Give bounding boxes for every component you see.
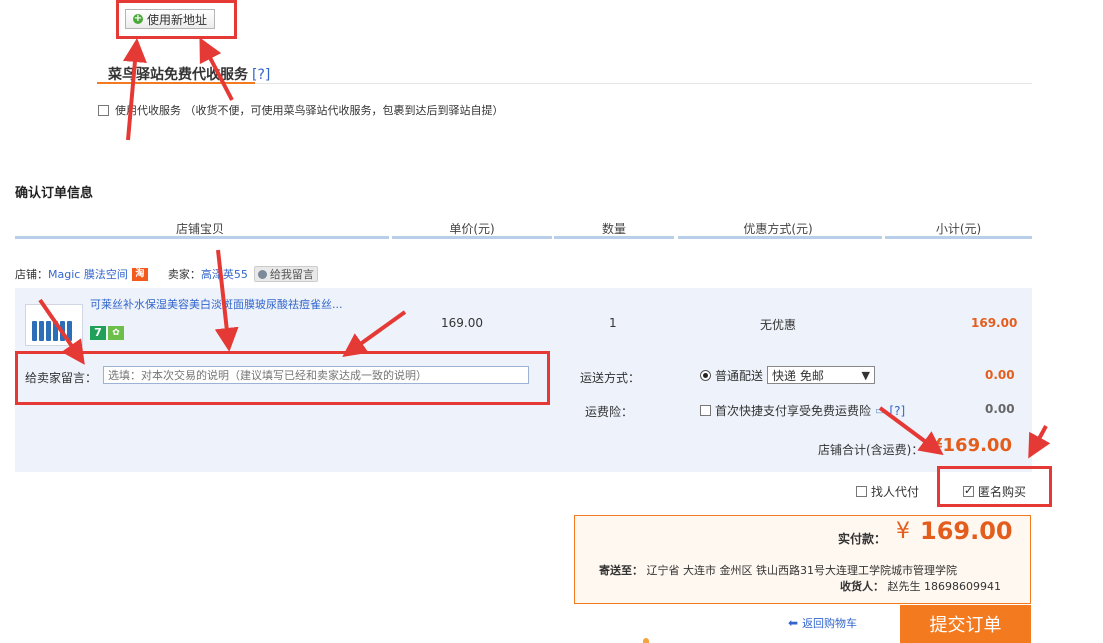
annotation-arrow [342,310,407,357]
annotation-arrow [878,406,944,456]
annotation-arrow [38,298,85,365]
annotation-arrow [122,38,147,141]
annotation-arrows [38,37,1051,459]
annotation-arrow [199,37,234,101]
annotation-arrow [214,249,239,352]
annotation-arrow [1028,425,1051,459]
